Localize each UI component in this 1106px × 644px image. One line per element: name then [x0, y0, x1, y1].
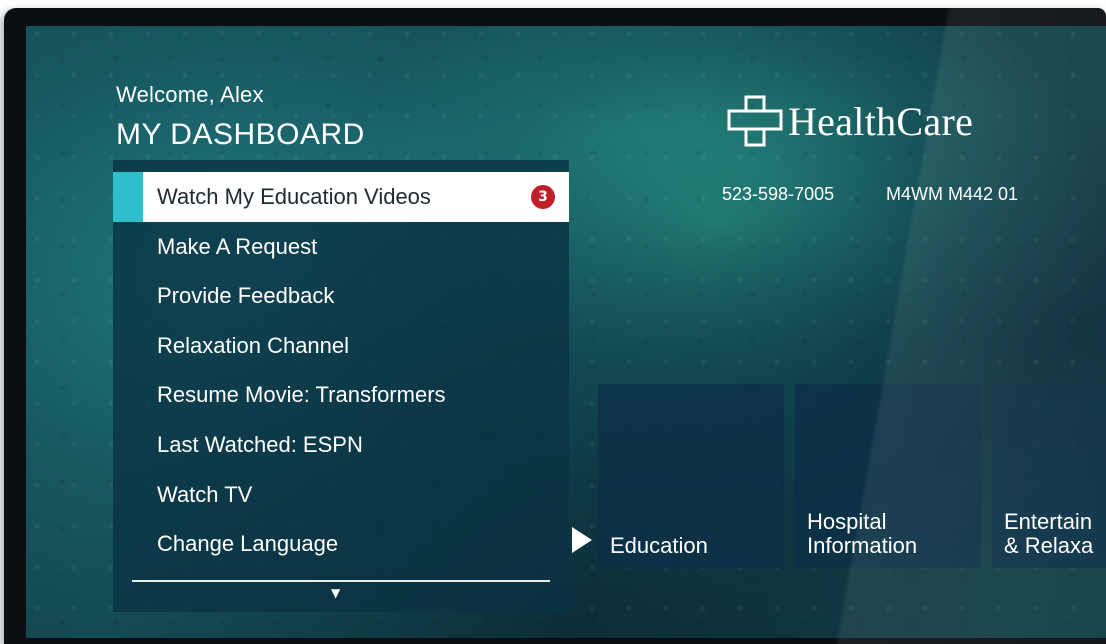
tile-label-line2: & Relaxa	[1004, 533, 1094, 558]
tile-label: Hospital Information	[807, 510, 917, 558]
tile-label-line1: Education	[610, 533, 708, 558]
menu-item-change-language[interactable]: Change Language	[113, 519, 569, 569]
dashboard-menu: Watch My Education Videos 3 Make A Reque…	[113, 160, 569, 612]
brand-name: HealthCare	[788, 98, 974, 144]
menu-item-label: Watch TV	[157, 482, 253, 507]
tile-education[interactable]: Education	[598, 384, 784, 568]
menu-divider	[132, 580, 550, 582]
menu-item-label: Change Language	[157, 531, 339, 556]
menu-item-watch-tv[interactable]: Watch TV	[113, 470, 569, 520]
tile-label-line2: Information	[807, 533, 918, 558]
menu-item-label: Watch My Education Videos	[157, 184, 431, 209]
menu-item-label: Resume Movie: Transformers	[157, 382, 446, 407]
menu-item-last-watched[interactable]: Last Watched: ESPN	[113, 420, 569, 470]
selection-indicator	[113, 172, 143, 222]
triangle-down-icon[interactable]: ▼	[331, 586, 340, 600]
healthcare-logo: HealthCare	[726, 94, 973, 148]
menu-item-label: Last Watched: ESPN	[157, 432, 363, 457]
tile-label: Entertain & Relaxa	[1004, 510, 1093, 558]
medical-cross-outline-icon	[727, 95, 783, 147]
phone-number: 523-598-7005	[722, 184, 835, 204]
tv-frame: Welcome, Alex MY DASHBOARD Watch My Educ…	[4, 8, 1106, 644]
tile-hospital-information[interactable]: Hospital Information	[795, 384, 981, 568]
dashboard-screen: Welcome, Alex MY DASHBOARD Watch My Educ…	[26, 26, 1106, 638]
tile-label-line1: Entertain	[1004, 509, 1093, 534]
menu-item-label: Make A Request	[157, 234, 318, 259]
tile-label-line1: Hospital	[807, 509, 887, 534]
menu-item-make-request[interactable]: Make A Request	[113, 222, 569, 272]
tile-label: Education	[610, 534, 708, 558]
page-title: MY DASHBOARD	[116, 118, 365, 151]
menu-item-label: Provide Feedback	[157, 283, 335, 308]
menu-item-provide-feedback[interactable]: Provide Feedback	[113, 271, 569, 321]
play-arrow-icon	[572, 527, 592, 553]
notification-badge: 3	[531, 185, 555, 209]
room-code: M4WM M442 01	[886, 184, 1019, 204]
tile-entertainment-relaxation[interactable]: Entertain & Relaxa	[992, 384, 1106, 568]
menu-item-education-videos[interactable]: Watch My Education Videos 3	[113, 172, 569, 222]
menu-item-resume-movie[interactable]: Resume Movie: Transformers	[113, 370, 569, 420]
welcome-text: Welcome, Alex	[116, 82, 264, 107]
menu-item-relaxation-channel[interactable]: Relaxation Channel	[113, 321, 569, 371]
menu-item-label: Relaxation Channel	[157, 333, 350, 358]
